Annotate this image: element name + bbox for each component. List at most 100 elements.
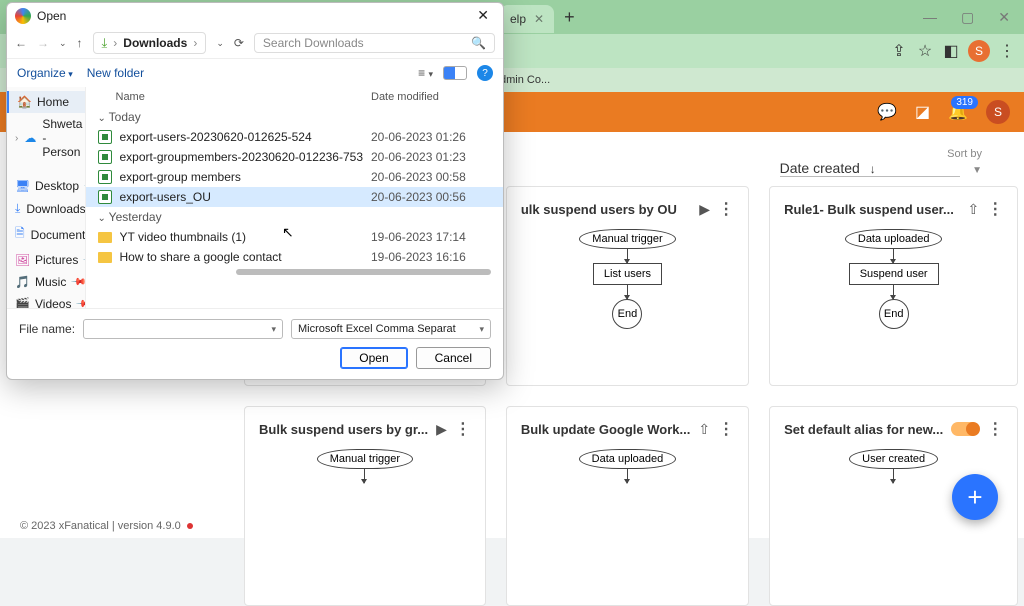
dialog-titlebar: Open ✕ [7,3,503,28]
tab-title: elp [510,12,526,26]
horizontal-scrollbar[interactable] [236,269,492,275]
breadcrumb[interactable]: ⤓ › Downloads › [93,32,207,54]
view-list-icon[interactable]: ≡ ▾ [418,66,433,80]
sidebar-item-downloads[interactable]: ⤓Downloads📌 [7,197,85,220]
sort-caret-icon[interactable]: ▼ [972,165,982,176]
sidebar-item-music[interactable]: 🎵Music📌 [7,271,85,293]
chat-icon[interactable]: 💬 [877,102,897,122]
nav-recent-icon[interactable]: ⌄ [59,38,67,49]
profile-avatar[interactable]: S [968,40,990,62]
bookmark-item[interactable]: dmin Co... [500,74,550,86]
upload-icon[interactable]: ⇧ [698,421,710,438]
file-open-dialog: Open ✕ ← → ⌄ ↑ ⤓ › Downloads › ⌄ ⟳ Searc… [6,2,504,380]
status-dot-icon [187,523,193,529]
new-tab-button[interactable]: + [564,7,575,28]
tab-close-icon[interactable]: ✕ [534,12,544,26]
workflow-card[interactable]: ulk suspend users by OU ▶ ⋮ Manual trigg… [506,186,749,386]
flow-trigger-node: Manual trigger [579,229,675,249]
app-footer: © 2023 xFanatical | version 4.9.0 [20,520,193,532]
more-menu-icon[interactable]: ⋮ [987,419,1003,439]
workflow-card[interactable]: Rule1- Bulk suspend user... ⇧ ⋮ Data upl… [769,186,1018,386]
preview-pane-toggle[interactable] [443,66,467,80]
flow-trigger-node: Data uploaded [845,229,943,249]
open-button[interactable]: Open [340,347,407,369]
more-menu-icon[interactable]: ⋮ [987,199,1003,219]
sidebar-item-desktop[interactable]: 🖥Desktop📌 [7,175,85,197]
sidebar-item-videos[interactable]: 🎬Videos📌 [7,293,85,308]
dialog-footer: File name: ▾ Microsoft Excel Comma Separ… [7,308,503,379]
help-icon[interactable]: ? [477,65,493,81]
refresh-icon[interactable]: ⟳ [234,36,244,50]
more-menu-icon[interactable]: ⋮ [455,419,471,439]
more-menu-icon[interactable]: ⋮ [718,199,734,219]
sidebar-item-documents[interactable]: 🗎Documents📌 [7,220,85,249]
search-input[interactable]: Search Downloads 🔍 [254,33,495,53]
play-icon[interactable]: ▶ [436,421,447,438]
excel-file-icon [98,190,112,204]
sidebar-item-onedrive[interactable]: ›☁Shweta - Person [7,113,85,163]
dialog-close-icon[interactable]: ✕ [471,7,495,24]
workflow-card[interactable]: Bulk suspend users by gr... ▶ ⋮ Manual t… [244,406,486,606]
extensions-icon[interactable]: ◧ [942,42,960,60]
notification-badge: 319 [951,96,978,109]
play-icon[interactable]: ▶ [699,201,710,218]
column-header-date[interactable]: Date modified [371,91,491,103]
organize-menu[interactable]: Organize [17,66,73,80]
browser-tab[interactable]: elp ✕ [500,5,554,33]
new-folder-button[interactable]: New folder [87,66,144,80]
toggle-icon[interactable] [951,422,979,436]
nav-back-icon[interactable]: ← [15,36,27,50]
excel-file-icon [98,130,112,144]
file-name-input[interactable]: ▾ [83,319,283,339]
sidebar-item-pictures[interactable]: 🖼Pictures📌 [7,249,85,271]
browser-menu-icon[interactable]: ⋮ [998,42,1016,60]
dialog-nav: ← → ⌄ ↑ ⤓ › Downloads › ⌄ ⟳ Search Downl… [7,28,503,59]
minimize-icon[interactable]: ― [923,9,937,26]
announcement-icon[interactable]: ◪ [915,102,930,122]
nav-forward-icon[interactable]: → [37,36,49,50]
file-row[interactable]: export-users_OU20-06-2023 00:56 [86,187,504,207]
folder-icon [98,232,112,243]
app-avatar[interactable]: S [986,100,1010,124]
dialog-toolbar: Organize New folder ≡ ▾ ? [7,59,503,87]
more-menu-icon[interactable]: ⋮ [718,419,734,439]
file-row[interactable]: YT video thumbnails (1)19-06-2023 17:14 [86,227,504,247]
sort-dropdown[interactable]: Date created ↓ [780,160,960,177]
flow-trigger-node: User created [849,449,938,469]
file-group-yesterday[interactable]: Yesterday [86,207,504,227]
folder-icon [98,252,112,263]
card-title: ulk suspend users by OU [521,202,691,217]
notifications-icon[interactable]: 🔔 319 [948,102,968,122]
flow-end-node: End [612,299,642,329]
maximize-icon[interactable]: ▢ [961,9,974,26]
file-row[interactable]: export-group members20-06-2023 00:58 [86,167,504,187]
column-header-name[interactable]: Name [98,91,372,103]
download-icon: ⤓ [102,35,108,51]
close-window-icon[interactable]: ✕ [998,9,1010,26]
excel-file-icon [98,170,112,184]
flow-action-node: Suspend user [849,263,939,285]
file-type-select[interactable]: Microsoft Excel Comma Separat▾ [291,319,491,339]
card-title: Set default alias for new... [784,422,943,437]
flow-action-node: List users [593,263,662,285]
file-row[interactable]: export-users-20230620-012625-52420-06-20… [86,127,504,147]
nav-up-icon[interactable]: ↑ [77,36,83,50]
flow-trigger-node: Manual trigger [317,449,413,469]
breadcrumb-expand-icon[interactable]: ⌄ [216,38,224,49]
flow-trigger-node: Data uploaded [579,449,677,469]
file-list: Name Date modified Today export-users-20… [86,87,504,308]
bookmark-star-icon[interactable]: ☆ [916,42,934,60]
workflow-card[interactable]: Bulk update Google Work... ⇧ ⋮ Data uplo… [506,406,749,606]
dialog-sidebar: 🏠Home ›☁Shweta - Person 🖥Desktop📌 ⤓Downl… [7,87,86,308]
upload-icon[interactable]: ⇧ [968,201,980,218]
excel-file-icon [98,150,112,164]
share-icon[interactable]: ⇪ [890,42,908,60]
file-group-today[interactable]: Today [86,107,504,127]
chrome-logo-icon [15,8,31,24]
sort-direction-icon: ↓ [870,162,876,176]
cancel-button[interactable]: Cancel [416,347,491,369]
add-workflow-button[interactable]: + [952,474,998,520]
sidebar-item-home[interactable]: 🏠Home [7,91,85,113]
file-row[interactable]: How to share a google contact19-06-2023 … [86,247,504,267]
file-row[interactable]: export-groupmembers-20230620-012236-7532… [86,147,504,167]
